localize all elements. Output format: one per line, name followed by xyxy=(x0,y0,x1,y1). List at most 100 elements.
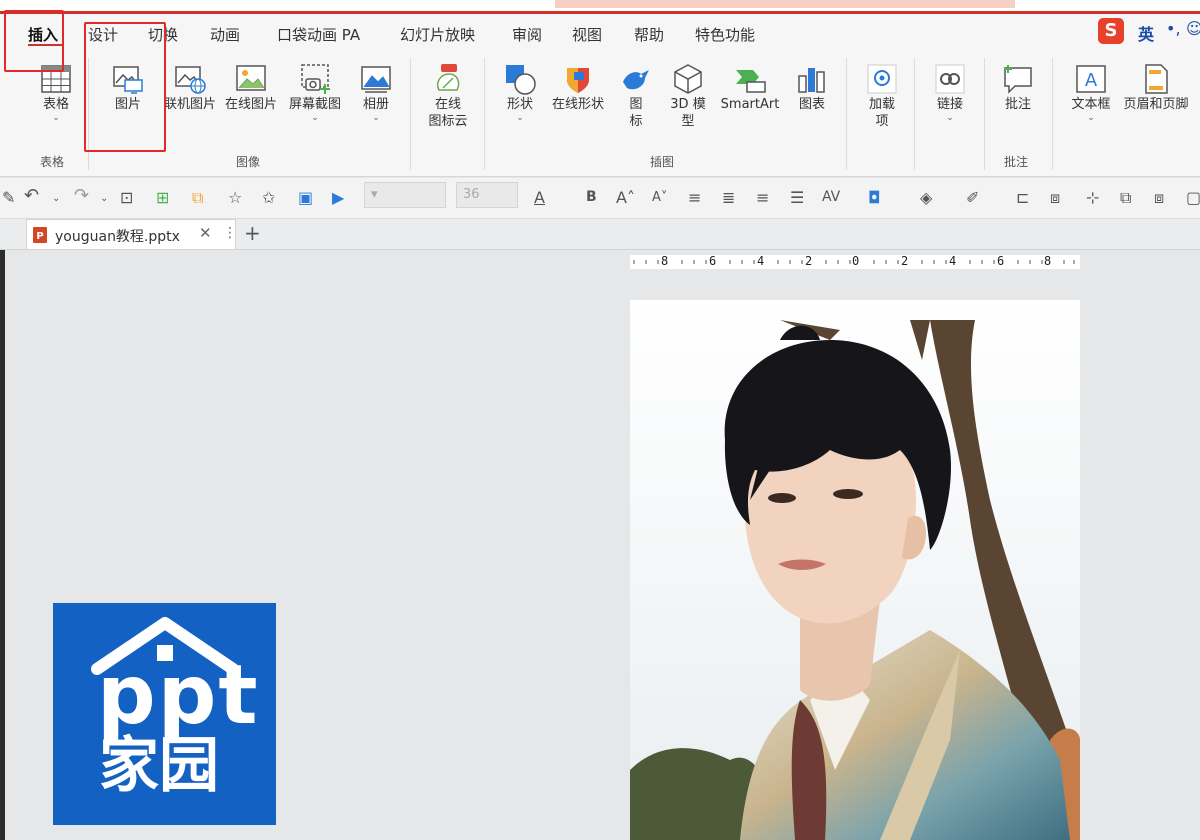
ppt-jiayuan-logo: ppt 家园 xyxy=(53,603,276,825)
ruler-label: 2 xyxy=(901,254,909,268)
select-icon[interactable]: ⧉ xyxy=(192,188,203,208)
tab-review[interactable]: 审阅 xyxy=(512,24,542,45)
more-vertical-icon[interactable]: ⋮ xyxy=(223,225,237,241)
logo-text-ppt: ppt xyxy=(97,648,260,743)
justify-icon[interactable]: ☰ xyxy=(790,188,804,207)
align-center-icon[interactable]: ≣ xyxy=(722,188,735,207)
shape-fill-icon[interactable]: ◘ xyxy=(868,188,881,207)
chevron-down-icon: ⌄ xyxy=(311,113,319,123)
header-footer-button[interactable]: 页眉和页脚 xyxy=(1118,62,1194,113)
chevron-down-icon[interactable]: ⌄ xyxy=(100,193,108,204)
logo-text-jiayuan: 家园 xyxy=(99,731,219,801)
ribbon: 表格 ⌄ 表格 图片 联机图片 在线图片 屏幕截图 ⌄ 相册 ⌄ 图像 在线 图… xyxy=(0,50,1200,177)
pptx-file-icon: P xyxy=(33,227,47,243)
smartart-button[interactable]: SmartArt xyxy=(716,62,784,113)
redo-icon[interactable]: ↷ xyxy=(74,185,89,206)
photo-album-button[interactable]: 相册 ⌄ xyxy=(356,62,396,123)
comment-button-label: 批注 xyxy=(1004,97,1031,112)
ribbon-separator xyxy=(1052,58,1053,170)
screenshot-icon xyxy=(301,64,330,94)
paint-bucket-icon[interactable]: ◈ xyxy=(920,188,932,207)
ime-settings-icon[interactable]: ☺ xyxy=(1186,19,1200,38)
bold-icon[interactable]: B xyxy=(586,189,597,205)
new-tab-plus-icon[interactable]: + xyxy=(244,221,261,245)
tab-help[interactable]: 帮助 xyxy=(634,24,664,45)
online-shape-icon xyxy=(567,68,589,93)
online-shape-button[interactable]: 在线形状 xyxy=(548,62,608,113)
presenter-icon[interactable]: ⊡ xyxy=(120,188,133,207)
ime-punctuation-icon[interactable]: •, xyxy=(1166,19,1181,38)
chevron-down-icon[interactable]: ⌄ xyxy=(52,193,60,204)
chevron-down-icon: ⌄ xyxy=(946,113,954,123)
ungroup-icon[interactable]: ⊹ xyxy=(1086,188,1099,207)
arrange-icon[interactable]: ⊏ xyxy=(1016,188,1029,207)
document-tab[interactable]: P youguan教程.pptx ✕ ⋮ xyxy=(26,219,237,249)
font-family-select[interactable]: ▾ xyxy=(364,182,446,208)
shape-icon xyxy=(506,65,536,95)
group-icon[interactable]: ⧈ xyxy=(1050,188,1060,208)
text-box-small-icon[interactable]: ▣ xyxy=(298,188,313,207)
decrease-font-icon[interactable]: A˅ xyxy=(652,190,667,205)
icon-cloud-icon xyxy=(437,64,460,91)
play-box-icon[interactable]: ▶ xyxy=(332,188,344,207)
chevron-down-icon: ⌄ xyxy=(1087,113,1095,123)
online-images-button[interactable]: 在线图片 xyxy=(222,62,280,113)
screenshot-button-label: 屏幕截图 xyxy=(288,97,341,112)
online-picture-icon xyxy=(175,66,206,94)
3d-model-button-label-1: 3D 模 xyxy=(670,97,706,112)
align-right-icon[interactable]: ≡ xyxy=(756,188,769,207)
font-color-icon[interactable]: A xyxy=(534,188,545,207)
smartart-icon xyxy=(736,70,766,93)
char-spacing-icon[interactable]: AV xyxy=(822,189,840,205)
online-picture-button[interactable]: 联机图片 xyxy=(164,62,216,113)
table-button-label: 表格 xyxy=(42,97,69,112)
chart-button[interactable]: 图表 xyxy=(792,62,832,113)
undo-icon[interactable]: ↶ xyxy=(24,185,39,206)
add-ins-button[interactable]: 加载 项 xyxy=(862,62,902,130)
icon-button-label-2: 标 xyxy=(629,114,643,129)
ime-language-label[interactable]: 英 xyxy=(1138,21,1154,45)
online-images-icon xyxy=(236,65,266,91)
sogou-ime-icon[interactable]: S xyxy=(1098,18,1124,44)
close-icon[interactable]: ✕ xyxy=(199,224,212,242)
send-backward-icon[interactable]: ⧈ xyxy=(1154,188,1164,208)
star-icon[interactable]: ✩ xyxy=(262,188,275,207)
textbox-button[interactable]: A 文本框 ⌄ xyxy=(1066,62,1116,123)
tab-pocket-animation[interactable]: 口袋动画 PA xyxy=(277,24,360,45)
shape-button[interactable]: 形状 ⌄ xyxy=(500,62,540,123)
align-icon[interactable]: ⊞ xyxy=(156,188,169,207)
cube-icon xyxy=(674,64,702,94)
font-size-select[interactable]: 36 xyxy=(456,182,518,208)
photo-album-button-label: 相册 xyxy=(362,97,389,112)
brush-icon[interactable]: ✎ xyxy=(2,188,15,207)
ruler-label: 4 xyxy=(949,254,957,268)
link-button-label: 链接 xyxy=(936,97,963,112)
highlight-insert-tab xyxy=(4,10,64,72)
more-icon[interactable]: ▢ xyxy=(1186,188,1200,207)
outline-pen-icon[interactable]: ✐ xyxy=(966,188,979,207)
tab-special-features[interactable]: 特色功能 xyxy=(695,24,755,45)
horizontal-ruler: 8 6 4 2 0 2 4 6 8 xyxy=(630,254,1080,269)
photo-album-icon xyxy=(361,66,391,93)
group-label-image: 图像 xyxy=(236,155,261,169)
tab-slideshow[interactable]: 幻灯片放映 xyxy=(400,24,475,45)
icon-button[interactable]: 图 标 xyxy=(618,62,654,130)
bring-forward-icon[interactable]: ⧉ xyxy=(1120,188,1131,208)
ruler-label: 2 xyxy=(805,254,813,268)
star-outline-icon[interactable]: ☆ xyxy=(228,188,242,207)
chevron-down-icon: ⌄ xyxy=(516,113,524,123)
icon-button-label-1: 图 xyxy=(629,97,643,112)
slide-canvas[interactable] xyxy=(630,300,1080,840)
3d-model-button[interactable]: 3D 模 型 xyxy=(664,62,712,130)
screenshot-button[interactable]: 屏幕截图 ⌄ xyxy=(284,62,346,123)
tab-view[interactable]: 视图 xyxy=(572,24,602,45)
comment-button[interactable]: 批注 xyxy=(998,62,1038,113)
tab-animation[interactable]: 动画 xyxy=(210,24,240,45)
bar-chart-icon xyxy=(798,68,825,93)
document-tab-name: youguan教程.pptx xyxy=(55,229,180,245)
online-icon-cloud-button[interactable]: 在线 图标云 xyxy=(424,62,472,130)
link-button[interactable]: 链接 ⌄ xyxy=(930,62,970,123)
align-left-icon[interactable]: ≡ xyxy=(688,188,701,207)
increase-font-icon[interactable]: A˄ xyxy=(616,188,635,207)
inserted-portrait-photo[interactable] xyxy=(630,300,1080,840)
